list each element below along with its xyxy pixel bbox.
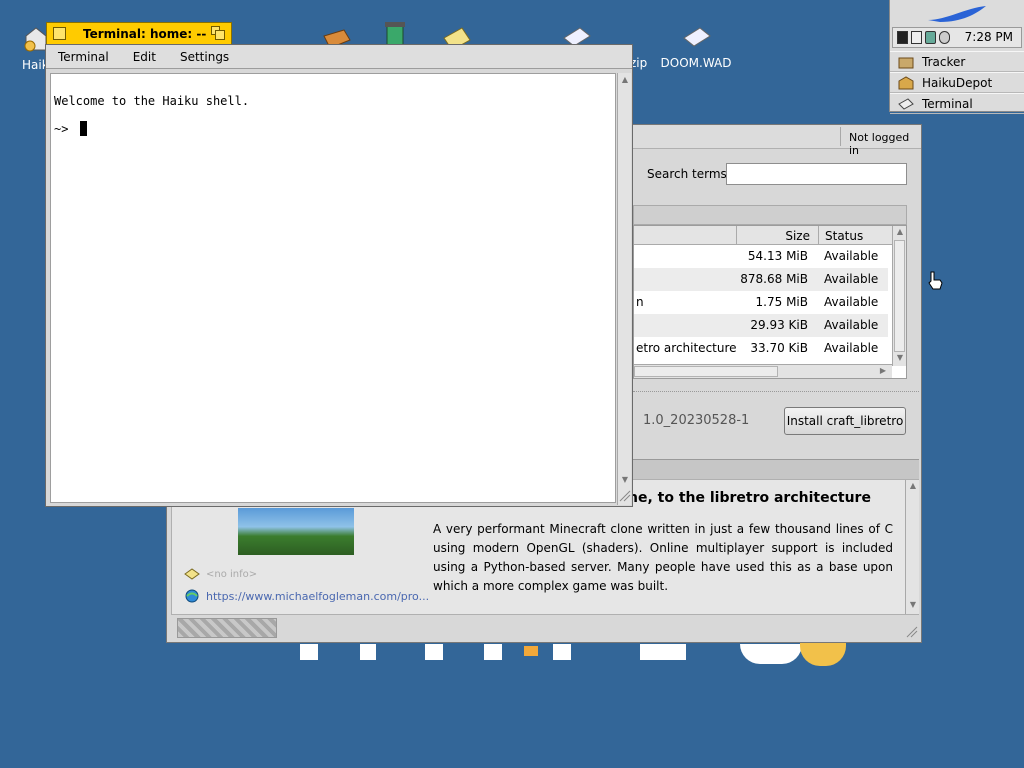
terminal-prompt-line: ~> bbox=[54, 121, 612, 136]
resize-grip-icon[interactable] bbox=[905, 625, 919, 639]
scroll-up-icon[interactable]: ▲ bbox=[906, 481, 920, 490]
workspaces-icon[interactable] bbox=[897, 31, 908, 44]
deskbar-item-terminal[interactable]: Terminal bbox=[890, 93, 1024, 114]
clock[interactable]: 7:28 PM bbox=[965, 30, 1013, 44]
globe-icon bbox=[184, 588, 200, 607]
column-size[interactable]: Size bbox=[736, 226, 818, 245]
table-row[interactable]: 54.13 MiB Available bbox=[634, 245, 888, 268]
pkg-status: Available bbox=[824, 318, 879, 332]
homepage-link[interactable]: https://www.michaelfogleman.com/pro... bbox=[206, 590, 429, 603]
wallpaper-logo-part bbox=[740, 644, 802, 664]
terminal-menubar: Terminal Edit Settings bbox=[46, 45, 632, 69]
process-monitor-icon[interactable] bbox=[911, 31, 922, 44]
deskbar-tray: 7:28 PM bbox=[892, 27, 1022, 48]
wallpaper-logo-part bbox=[640, 644, 686, 660]
pkg-name: etro architecture bbox=[636, 341, 737, 355]
package-title: ne, to the libretro architecture bbox=[628, 490, 871, 506]
scroll-down-icon[interactable]: ▼ bbox=[618, 475, 632, 484]
deskbar-item-label: Tracker bbox=[922, 54, 966, 69]
pkg-size: 1.75 MiB bbox=[755, 295, 808, 309]
deskbar: 7:28 PM Tracker HaikuDepot Terminal bbox=[889, 0, 1024, 114]
scroll-thumb[interactable] bbox=[894, 240, 905, 352]
terminal-vscroll[interactable]: ▲ ▼ bbox=[617, 73, 631, 505]
package-version: 1.0_20230528-1 bbox=[643, 413, 750, 428]
wallpaper-logo-part bbox=[553, 644, 571, 660]
close-button[interactable] bbox=[53, 27, 66, 40]
desktop-icon-doom-wad[interactable]: DOOM.WAD bbox=[660, 22, 732, 70]
table-row[interactable]: 878.68 MiB Available bbox=[634, 268, 888, 291]
terminal-window-tab[interactable]: Terminal: home: -- bbox=[46, 22, 232, 44]
progress-bar bbox=[177, 618, 277, 638]
details-tabs[interactable] bbox=[633, 459, 919, 479]
tracker-icon bbox=[898, 54, 914, 70]
wallpaper-logo-part bbox=[484, 644, 502, 660]
haiku-leaf-icon bbox=[928, 6, 986, 22]
package-list-hscroll[interactable]: ▶ bbox=[634, 364, 892, 378]
wad-file-icon bbox=[680, 22, 712, 54]
haikudepot-icon bbox=[898, 75, 914, 91]
deskbar-item-haikudepot[interactable]: HaikuDepot bbox=[890, 72, 1024, 93]
zoom-button[interactable] bbox=[211, 26, 225, 40]
terminal-line: Welcome to the Haiku shell. bbox=[54, 94, 250, 108]
terminal-icon bbox=[898, 96, 914, 112]
terminal-window: Terminal Edit Settings Welcome to the Ha… bbox=[45, 44, 633, 507]
deskbar-leaf-menu[interactable] bbox=[890, 0, 1024, 27]
pkg-status: Available bbox=[824, 341, 879, 355]
scroll-down-icon[interactable]: ▼ bbox=[893, 353, 906, 362]
pkg-status: Available bbox=[824, 295, 879, 309]
search-label: Search terms: bbox=[647, 167, 731, 181]
pkg-size: 878.68 MiB bbox=[740, 272, 808, 286]
volume-icon[interactable] bbox=[939, 31, 950, 44]
hand-pointer-icon bbox=[926, 270, 944, 293]
text-cursor bbox=[79, 121, 87, 136]
wallpaper-logo bbox=[300, 644, 318, 660]
search-input[interactable] bbox=[726, 163, 907, 185]
wallpaper-logo-accent bbox=[524, 646, 538, 656]
terminal-output[interactable]: Welcome to the Haiku shell. ~> bbox=[50, 73, 616, 503]
pkg-name: n bbox=[636, 295, 644, 309]
network-icon[interactable] bbox=[925, 31, 936, 44]
pkg-status: Available bbox=[824, 272, 879, 286]
scroll-up-icon[interactable]: ▲ bbox=[618, 75, 632, 84]
package-screenshot[interactable] bbox=[238, 508, 354, 555]
scroll-up-icon[interactable]: ▲ bbox=[893, 227, 906, 236]
splitter[interactable] bbox=[633, 391, 919, 392]
wallpaper-logo-part bbox=[360, 644, 376, 660]
no-info-icon bbox=[184, 568, 200, 583]
login-status[interactable]: Not logged in bbox=[840, 127, 920, 157]
install-button[interactable]: Install craft_libretro bbox=[784, 407, 906, 435]
package-list[interactable]: Size Status 54.13 MiB Available 878.68 M… bbox=[633, 225, 907, 379]
scroll-down-icon[interactable]: ▼ bbox=[906, 600, 920, 609]
pkg-status: Available bbox=[824, 249, 879, 263]
package-description: A very performant Minecraft clone writte… bbox=[433, 522, 893, 593]
table-row[interactable]: etro architecture 33.70 KiB Available bbox=[634, 337, 888, 360]
deskbar-item-tracker[interactable]: Tracker bbox=[890, 51, 1024, 72]
depot-status-bar bbox=[167, 615, 921, 642]
window-title: Terminal: home: -- bbox=[83, 27, 207, 41]
deskbar-item-label: Terminal bbox=[922, 96, 973, 111]
desktop-icon-label: DOOM.WAD bbox=[660, 56, 732, 70]
details-vscroll[interactable]: ▲ ▼ bbox=[905, 480, 919, 614]
pkg-size: 33.70 KiB bbox=[750, 341, 808, 355]
scroll-thumb[interactable] bbox=[634, 366, 778, 377]
menu-edit[interactable]: Edit bbox=[121, 50, 168, 64]
package-list-tabs[interactable] bbox=[633, 205, 907, 225]
menu-terminal[interactable]: Terminal bbox=[46, 50, 121, 64]
terminal-prompt: ~> bbox=[54, 122, 76, 136]
scroll-right-icon[interactable]: ▶ bbox=[876, 366, 890, 375]
deskbar-item-label: HaikuDepot bbox=[922, 75, 993, 90]
package-list-header: Size Status bbox=[634, 226, 892, 245]
wallpaper-logo-leaf bbox=[800, 640, 846, 666]
no-info-label: <no info> bbox=[206, 569, 258, 580]
menu-settings[interactable]: Settings bbox=[168, 50, 241, 64]
package-list-vscroll[interactable]: ▲ ▼ bbox=[892, 226, 906, 366]
wallpaper-logo-part bbox=[425, 644, 443, 660]
resize-grip-icon[interactable] bbox=[618, 489, 632, 503]
pkg-size: 54.13 MiB bbox=[747, 249, 808, 263]
table-row[interactable]: 29.93 KiB Available bbox=[634, 314, 888, 337]
table-row[interactable]: n 1.75 MiB Available bbox=[634, 291, 888, 314]
pkg-size: 29.93 KiB bbox=[750, 318, 808, 332]
column-status[interactable]: Status bbox=[818, 226, 890, 245]
